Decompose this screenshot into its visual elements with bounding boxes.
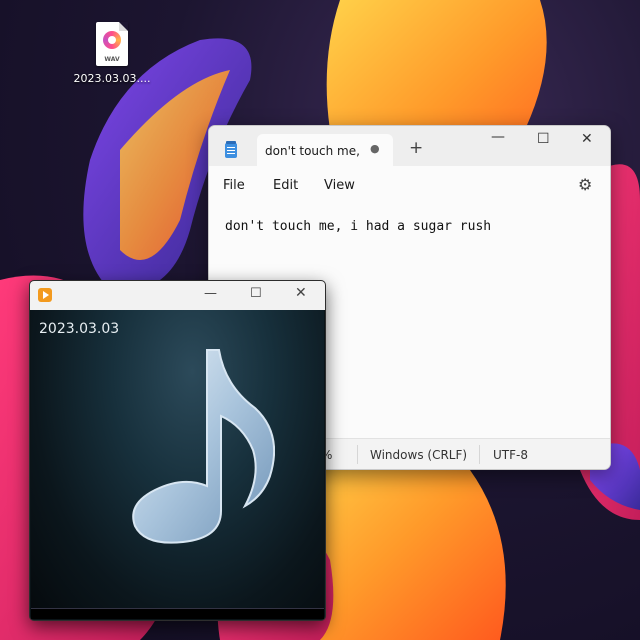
unsaved-dot-icon[interactable]: ● — [370, 142, 380, 155]
menu-bar: File Edit View ⚙ — [209, 166, 610, 202]
text-editor[interactable]: don't touch me, i had a sugar rush — [225, 219, 491, 234]
file-type-badge: WAV — [104, 56, 120, 63]
status-divider — [479, 445, 480, 464]
player-controls-bar — [31, 608, 324, 619]
desktop-file[interactable]: WAV 2023.03.03.... — [72, 22, 152, 85]
tab-document[interactable]: don't touch me, ● — [257, 134, 393, 166]
menu-file[interactable]: File — [223, 178, 245, 193]
desktop: WAV 2023.03.03.... don't touch me, ● + —… — [0, 0, 640, 640]
menu-view[interactable]: View — [324, 178, 355, 193]
close-button[interactable]: ✕ — [295, 286, 307, 300]
title-bar[interactable]: — ☐ ✕ — [30, 281, 325, 310]
maximize-button[interactable]: ☐ — [537, 132, 550, 146]
new-tab-button[interactable]: + — [409, 140, 423, 157]
now-playing-area: 2023.03.03 — [31, 310, 324, 619]
notepad-icon — [225, 141, 237, 158]
status-divider — [357, 445, 358, 464]
minimize-button[interactable]: — — [204, 287, 217, 300]
menu-edit[interactable]: Edit — [273, 178, 298, 193]
track-title: 2023.03.03 — [39, 321, 120, 337]
status-line-ending[interactable]: Windows (CRLF) — [370, 448, 467, 462]
music-note-icon — [132, 349, 275, 544]
desktop-file-label: 2023.03.03.... — [73, 72, 151, 85]
close-button[interactable]: ✕ — [581, 132, 593, 146]
maximize-button[interactable]: ☐ — [250, 287, 262, 300]
media-player-icon — [38, 288, 52, 302]
gear-icon[interactable]: ⚙ — [578, 175, 592, 194]
media-player-window: — ☐ ✕ 2023.03.03 — [29, 280, 326, 621]
wav-file-icon: WAV — [96, 22, 128, 66]
status-encoding[interactable]: UTF-8 — [493, 448, 528, 462]
minimize-button[interactable]: — — [491, 130, 505, 144]
title-bar[interactable]: don't touch me, ● + — ☐ ✕ — [209, 126, 610, 166]
tab-title: don't touch me, — [265, 144, 360, 158]
